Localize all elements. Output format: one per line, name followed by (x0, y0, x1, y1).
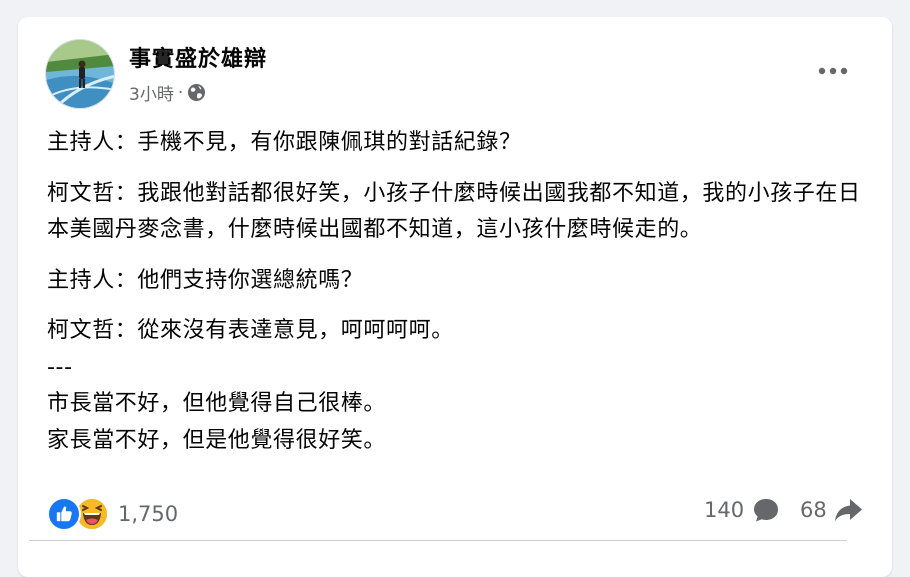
post-meta: 3小時 · (129, 80, 206, 105)
post-line: 主持人：手機不見，有你跟陳佩琪的對話紀錄？ (47, 130, 522, 155)
post-line-divider: --- (47, 354, 73, 380)
comment-icon (754, 499, 779, 522)
more-dots-icon (818, 67, 848, 75)
like-icon (47, 497, 81, 531)
share-icon (834, 499, 862, 521)
shares-summary[interactable]: 68 (800, 497, 863, 523)
post-line: 主持人：他們支持你選總統嗎？ (47, 267, 364, 293)
meta-separator: · (177, 82, 184, 103)
post-card: 事實盛於雄辯 3小時 · 主持人：手機不見，有你跟陳佩琪的對話紀錄？ 柯文哲：我… (18, 17, 892, 577)
post-body: 主持人：手機不見，有你跟陳佩琪的對話紀錄？ 柯文哲：我跟他對話都很好笑，小孩子什… (47, 125, 877, 459)
author-name[interactable]: 事實盛於雄辯 (129, 41, 267, 73)
share-count[interactable]: 68 (800, 498, 827, 522)
post-line: 市長當不好，但他覺得自己很棒。 (47, 391, 387, 416)
avatar-image (46, 40, 114, 108)
comment-count[interactable]: 140 (704, 498, 744, 522)
footer-divider (29, 540, 847, 541)
more-options-button[interactable] (813, 55, 853, 87)
post-time[interactable]: 3小時 (129, 80, 174, 105)
post-line: 柯文哲：從來沒有表達意見，呵呵呵呵。 (47, 318, 454, 343)
post-footer: 1,750 140 68 (47, 495, 865, 535)
reactions-summary[interactable]: 1,750 (47, 497, 178, 531)
post-line: 柯文哲：我跟他對話都很好笑，小孩子什麼時候出國我都不知道，我的小孩子在日本美國丹… (47, 180, 861, 243)
globe-icon (187, 83, 206, 102)
reaction-count[interactable]: 1,750 (118, 502, 178, 526)
post-line: 家長當不好，但是他覺得很好笑。 (47, 427, 387, 453)
comments-summary[interactable]: 140 (704, 497, 780, 523)
avatar[interactable] (45, 39, 115, 109)
